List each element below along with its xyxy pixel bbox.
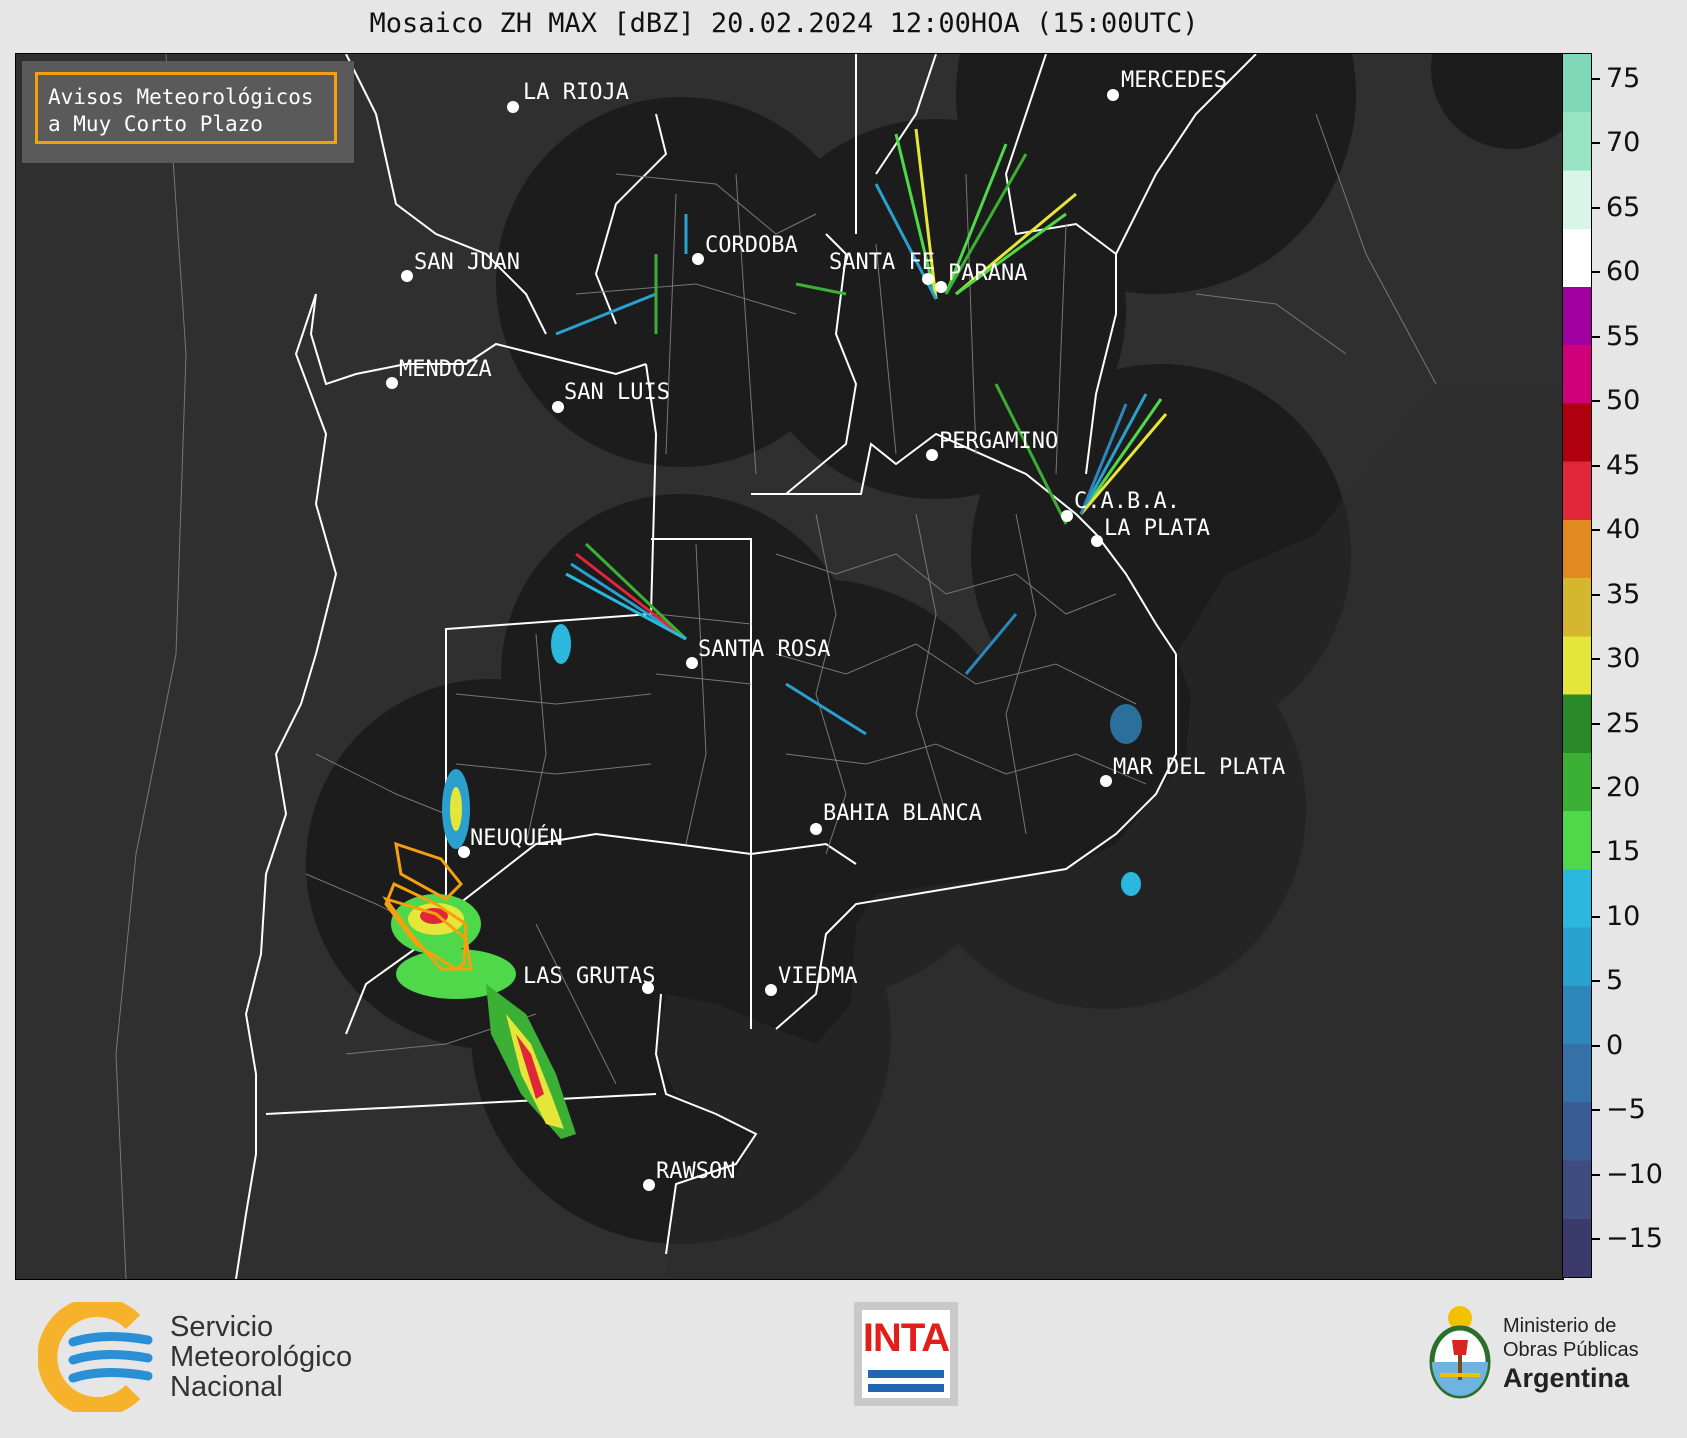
colorbar-tick xyxy=(1592,335,1600,338)
smn-logo-icon xyxy=(37,1297,153,1417)
colorbar-tick xyxy=(1592,206,1600,209)
colorbar-tick xyxy=(1592,1238,1600,1241)
colorbar-tick-label: 70 xyxy=(1606,127,1641,159)
city-label: MAR DEL PLATA xyxy=(1113,755,1285,780)
ministerio-line2: Obras Públicas xyxy=(1503,1339,1639,1361)
colorbar-tick-label: 5 xyxy=(1606,965,1624,997)
city-label: C.A.B.A. xyxy=(1074,489,1180,514)
city-label: SAN JUAN xyxy=(414,250,520,275)
colorbar-tick xyxy=(1592,851,1600,854)
city-label: PARANA xyxy=(948,261,1027,286)
colorbar-tick xyxy=(1592,271,1600,274)
colorbar-tick-label: −5 xyxy=(1606,1094,1646,1126)
colorbar-tick-label: −15 xyxy=(1606,1223,1663,1255)
colorbar xyxy=(1562,53,1592,1278)
colorbar-tick-label: 75 xyxy=(1606,62,1641,94)
colorbar-tick xyxy=(1592,787,1600,789)
colorbar-tick-label: 45 xyxy=(1606,449,1641,481)
warning-legend-line2: a Muy Corto Plazo xyxy=(48,112,263,136)
city-label: LA PLATA xyxy=(1104,516,1210,541)
colorbar-tick-label: 55 xyxy=(1606,320,1641,352)
colorbar-tick xyxy=(1592,915,1600,918)
colorbar-tick xyxy=(1592,1109,1600,1112)
city-label: LA RIOJA xyxy=(523,80,629,105)
colorbar-tick-label: 25 xyxy=(1606,707,1641,739)
colorbar-tick xyxy=(1592,1044,1600,1047)
city-label: RAWSON xyxy=(656,1159,735,1184)
smn-name: Servicio Meteorológico Nacional xyxy=(170,1312,352,1402)
smn-name-line2: Meteorológico xyxy=(170,1341,353,1373)
city-label: SAN LUIS xyxy=(564,380,670,405)
colorbar-tick-label: 0 xyxy=(1606,1029,1624,1061)
colorbar-tick xyxy=(1592,1173,1600,1176)
warning-legend[interactable]: Avisos Meteorológicos a Muy Corto Plazo xyxy=(35,72,337,144)
colorbar-tick-label: 30 xyxy=(1606,643,1641,675)
smn-name-line1: Servicio xyxy=(170,1311,274,1343)
city-label: MERCEDES xyxy=(1121,68,1227,93)
colorbar-tick-label: 20 xyxy=(1606,772,1641,803)
ministerio-line3: Argentina xyxy=(1503,1363,1630,1393)
city-label: NEUQUÉN xyxy=(470,825,563,851)
colorbar-tick xyxy=(1592,400,1600,403)
city-label: VIEDMA xyxy=(778,964,857,989)
colorbar-tick xyxy=(1592,464,1600,467)
city-label: LAS GRUTAS xyxy=(523,964,655,989)
ministerio-line1: Ministerio de xyxy=(1503,1315,1617,1337)
colorbar-tick xyxy=(1592,658,1600,661)
map-title: Mosaico ZH MAX [dBZ] 20.02.2024 12:00HOA… xyxy=(369,8,1199,39)
city-label: BAHIA BLANCA xyxy=(823,801,982,826)
city-label: PERGAMINO xyxy=(939,429,1058,454)
colorbar-tick xyxy=(1592,722,1600,725)
inta-stripe-1 xyxy=(868,1370,944,1378)
colorbar-tick xyxy=(1592,529,1600,532)
colorbar-tick-label: 65 xyxy=(1606,191,1641,223)
colorbar-tick-label: −10 xyxy=(1606,1158,1663,1190)
colorbar-tick xyxy=(1592,77,1600,80)
inta-logo: INTA xyxy=(854,1302,958,1406)
colorbar-tick-label: 35 xyxy=(1606,578,1641,610)
colorbar-tick-label: 50 xyxy=(1606,385,1641,417)
radar-map[interactable]: LA RIOJA MERCEDES CORDOBA SAN JUAN SANTA… xyxy=(15,53,1564,1280)
smn-name-line3: Nacional xyxy=(170,1371,283,1403)
colorbar-tick-label: 15 xyxy=(1606,836,1641,868)
colorbar-tick xyxy=(1592,980,1600,983)
warning-legend-line1: Avisos Meteorológicos xyxy=(48,85,314,109)
city-label: MENDOZA xyxy=(399,357,492,382)
colorbar-tick-label: 60 xyxy=(1606,256,1641,288)
city-label: SANTA ROSA xyxy=(698,637,830,662)
colorbar-tick-label: 40 xyxy=(1606,514,1641,546)
radar-map-svg: LA RIOJA MERCEDES CORDOBA SAN JUAN SANTA… xyxy=(16,54,1563,1279)
colorbar-tick xyxy=(1592,142,1600,145)
city-label: SANTA FE xyxy=(829,250,935,275)
colorbar-tick-label: 10 xyxy=(1606,900,1641,932)
inta-stripe-2 xyxy=(868,1384,944,1392)
colorbar-tick xyxy=(1592,593,1600,596)
inta-logo-text: INTA xyxy=(862,1316,950,1360)
argentina-coat-of-arms-icon xyxy=(1420,1300,1500,1410)
ministerio-name: Ministerio de Obras Públicas Argentina xyxy=(1503,1314,1639,1394)
city-label: CORDOBA xyxy=(705,233,798,258)
